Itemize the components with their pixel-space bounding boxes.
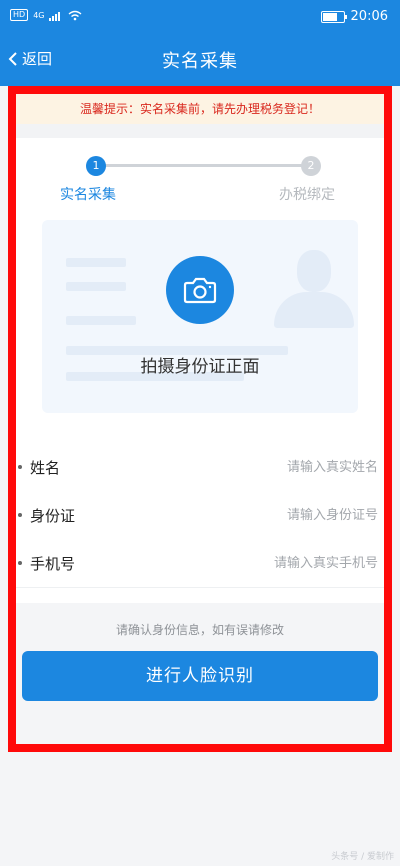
status-time: 20:06 — [350, 9, 388, 24]
card-placeholder-line — [66, 282, 126, 291]
field-bullet — [18, 561, 22, 565]
section-gap — [16, 124, 384, 138]
page-title: 实名采集 — [162, 51, 238, 72]
wifi-icon — [69, 10, 82, 20]
phone-field-row: 手机号 — [16, 539, 384, 588]
face-recognition-button[interactable]: 进行人脸识别 — [22, 651, 378, 701]
step-2-label: 办税绑定 — [279, 187, 335, 203]
signal-icon — [49, 11, 61, 21]
field-bullet — [18, 513, 22, 517]
capture-caption: 拍摄身份证正面 — [140, 357, 260, 377]
id-number-field-row: 身份证 — [16, 491, 384, 540]
tip-banner: 温馨提示：实名采集前，请先办理税务登记！ — [16, 94, 384, 124]
progress-steps: 1 2 实名采集 办税绑定 — [16, 138, 384, 208]
phone-input[interactable] — [178, 549, 384, 577]
step-2-indicator: 2 — [301, 156, 321, 176]
id-number-input[interactable] — [178, 501, 384, 529]
name-label: 姓名 — [30, 459, 61, 477]
confirm-note: 请确认身份信息，如有误请修改 — [115, 623, 284, 637]
step-connector — [96, 164, 306, 167]
status-bar: HD 4G 20:06 — [0, 0, 400, 34]
name-field-row: 姓名 — [16, 443, 384, 492]
step-1-label: 实名采集 — [60, 187, 116, 203]
avatar-silhouette-body — [274, 292, 354, 328]
field-bullet — [18, 465, 22, 469]
content-frame: 温馨提示：实名采集前，请先办理税务登记！ 1 2 实名采集 办税绑定 拍摄身份证… — [8, 86, 392, 752]
phone-label: 手机号 — [30, 555, 76, 573]
camera-icon — [183, 277, 217, 304]
action-area: 请确认身份信息，如有误请修改 进行人脸识别 — [16, 603, 384, 744]
status-right: 20:06 — [320, 9, 388, 24]
network-type: 4G — [33, 10, 45, 20]
hd-badge: HD — [10, 9, 29, 21]
card-placeholder-line — [66, 258, 126, 267]
card-placeholder-line — [66, 316, 136, 325]
name-input[interactable] — [178, 453, 384, 481]
status-left: HD 4G — [10, 9, 82, 21]
camera-button[interactable] — [166, 256, 234, 324]
watermark: 头条号 / 爱制作 — [331, 852, 394, 862]
id-card-capture[interactable]: 拍摄身份证正面 — [42, 220, 358, 413]
nav-bar: 返回 实名采集 — [0, 34, 400, 86]
id-number-label: 身份证 — [30, 507, 76, 525]
step-1-indicator: 1 — [86, 156, 106, 176]
battery-icon — [320, 10, 347, 23]
avatar-silhouette-head — [297, 250, 331, 292]
